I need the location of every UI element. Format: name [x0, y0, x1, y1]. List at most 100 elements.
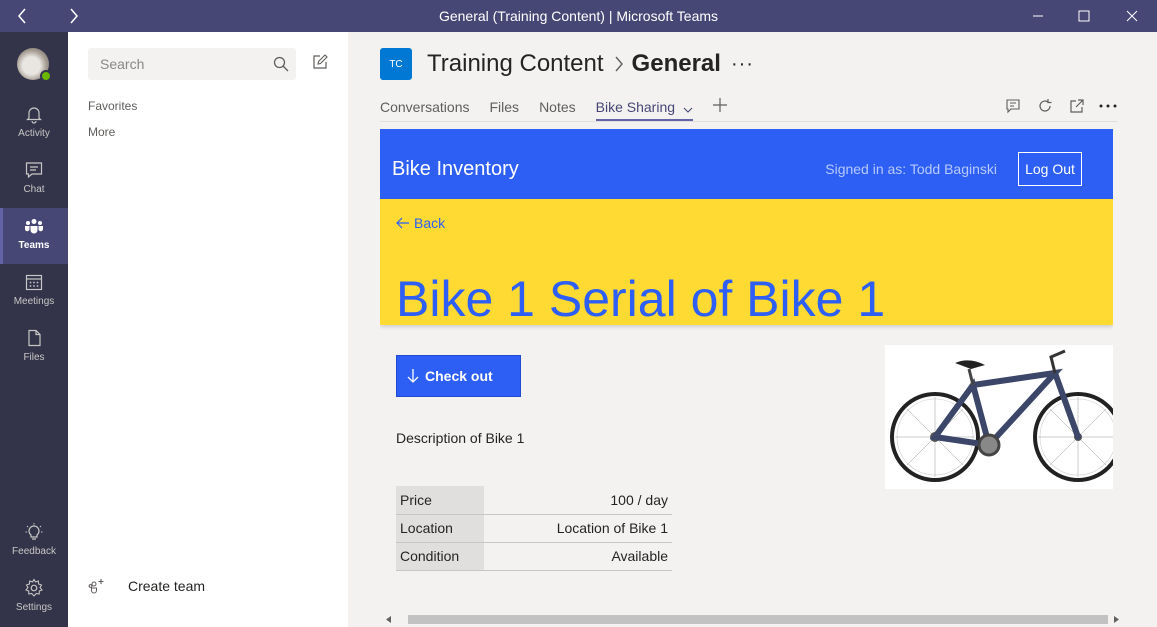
- app-header: Bike Inventory Signed in as: Todd Bagins…: [380, 129, 1113, 199]
- add-tab-button[interactable]: [712, 98, 727, 115]
- check-out-button[interactable]: Check out: [396, 355, 521, 397]
- channel-tabs: Conversations Files Notes Bike Sharing: [380, 96, 727, 122]
- channel-main: TC Training Content General ··· Conversa…: [348, 32, 1157, 627]
- avatar[interactable]: [17, 48, 52, 82]
- bicycle-icon: [890, 349, 1113, 482]
- breadcrumb-team[interactable]: Training Content: [427, 50, 604, 78]
- rail-item-label: Settings: [15, 602, 53, 613]
- rail-item-label: Meetings: [13, 296, 55, 307]
- new-chat-button[interactable]: [312, 54, 328, 75]
- rail-item-chat[interactable]: Chat: [0, 152, 68, 208]
- create-team-label: Create team: [128, 578, 206, 594]
- search-icon[interactable]: [272, 55, 290, 73]
- presence-badge: [40, 70, 52, 82]
- rail-item-label: Teams: [18, 240, 50, 251]
- channel-more-icon[interactable]: ···: [731, 53, 754, 76]
- rail-item-meetings[interactable]: Meetings: [0, 264, 68, 320]
- app-title: Bike Inventory: [392, 158, 519, 180]
- rail-item-settings[interactable]: Settings: [0, 570, 68, 626]
- rail-item-files[interactable]: Files: [0, 320, 68, 376]
- tabs-divider: [380, 121, 1117, 122]
- chevron-right-icon: [70, 8, 78, 24]
- tab-bike-sharing[interactable]: Bike Sharing: [595, 96, 694, 122]
- logout-button[interactable]: Log Out: [1018, 152, 1082, 186]
- arrow-left-icon: [396, 217, 409, 229]
- table-row: Condition Available: [396, 542, 672, 571]
- bell-icon: [26, 107, 42, 124]
- chevron-down-icon: [683, 97, 693, 119]
- back-nav-button[interactable]: [2, 0, 42, 32]
- lightbulb-icon: [25, 523, 43, 540]
- search-placeholder: Search: [100, 56, 145, 72]
- maximize-icon: [1078, 10, 1090, 22]
- table-row: Location Location of Bike 1: [396, 514, 672, 543]
- calendar-icon: [25, 274, 43, 291]
- create-team-button[interactable]: Create team: [88, 578, 205, 594]
- chevron-left-icon: [18, 8, 26, 24]
- rail-item-label: Feedback: [12, 546, 56, 557]
- caret-left-icon: [385, 616, 391, 623]
- property-key: Price: [396, 486, 484, 515]
- scroll-right-arrow[interactable]: [1112, 615, 1120, 624]
- plus-icon: [712, 98, 727, 112]
- bike-sharing-app: Bike Inventory Signed in as: Todd Bagins…: [380, 129, 1113, 612]
- open-website-button[interactable]: [1067, 96, 1087, 116]
- property-value: 100 / day: [484, 486, 672, 515]
- more-section[interactable]: More: [88, 125, 115, 139]
- rail-item-label: Activity: [18, 128, 50, 139]
- caret-right-icon: [1113, 616, 1119, 623]
- breadcrumb-channel[interactable]: General: [632, 50, 721, 78]
- bike-description: Description of Bike 1: [396, 430, 525, 446]
- property-key: Condition: [396, 542, 484, 571]
- minimize-icon: [1033, 15, 1043, 17]
- rail-item-label: Chat: [23, 184, 45, 195]
- back-link[interactable]: Back: [396, 215, 445, 231]
- check-out-label: Check out: [425, 368, 493, 384]
- file-icon: [28, 329, 41, 347]
- bike-properties-table: Price 100 / day Location Location of Bik…: [396, 486, 672, 571]
- add-team-icon: [88, 579, 104, 594]
- scrollbar-thumb[interactable]: [408, 615, 1108, 624]
- tab-notes[interactable]: Notes: [539, 96, 576, 122]
- teams-list-pane: Search Favorites More Create team: [68, 32, 348, 627]
- bike-hero: Back Bike 1 Serial of Bike 1: [380, 199, 1113, 327]
- more-icon: [1099, 104, 1117, 108]
- maximize-button[interactable]: [1061, 0, 1107, 32]
- compose-icon: [313, 54, 328, 69]
- tab-conversations[interactable]: Conversations: [380, 96, 470, 122]
- minimize-button[interactable]: [1015, 0, 1061, 32]
- tab-files[interactable]: Files: [490, 96, 520, 122]
- scroll-left-arrow[interactable]: [384, 615, 392, 624]
- rail-item-activity[interactable]: Activity: [0, 96, 68, 152]
- rail-item-label: Files: [23, 352, 45, 363]
- back-label: Back: [414, 215, 446, 231]
- close-icon: [1126, 10, 1138, 22]
- chat-icon: [25, 162, 43, 179]
- tab-conversation-button[interactable]: [1003, 96, 1023, 116]
- team-avatar: TC: [380, 48, 412, 80]
- conversation-icon: [1006, 99, 1020, 114]
- property-value: Location of Bike 1: [484, 514, 672, 543]
- close-button[interactable]: [1109, 0, 1155, 32]
- bike-photo: [885, 345, 1113, 489]
- search-input[interactable]: Search: [88, 48, 296, 80]
- forward-nav-button[interactable]: [54, 0, 94, 32]
- bike-title: Bike 1 Serial of Bike 1: [396, 271, 886, 327]
- rail-item-teams[interactable]: Teams: [0, 208, 68, 264]
- tab-more-button[interactable]: [1098, 96, 1118, 116]
- external-link-icon: [1070, 99, 1084, 113]
- property-value: Available: [484, 542, 672, 571]
- breadcrumb: Training Content General ···: [427, 48, 754, 80]
- app-rail: Activity Chat Teams Meetings Files Feedb…: [0, 32, 68, 627]
- tab-label: Bike Sharing: [595, 99, 676, 115]
- window-title: General (Training Content) | Microsoft T…: [438, 8, 719, 24]
- reload-button[interactable]: [1035, 96, 1055, 116]
- gear-icon: [25, 578, 43, 597]
- horizontal-scrollbar[interactable]: [380, 612, 1120, 627]
- table-row: Price 100 / day: [396, 486, 672, 515]
- refresh-icon: [1039, 99, 1052, 112]
- title-bar: General (Training Content) | Microsoft T…: [0, 0, 1157, 32]
- rail-item-feedback[interactable]: Feedback: [0, 514, 68, 570]
- teams-icon: [25, 219, 43, 234]
- favorites-section[interactable]: Favorites: [88, 99, 137, 113]
